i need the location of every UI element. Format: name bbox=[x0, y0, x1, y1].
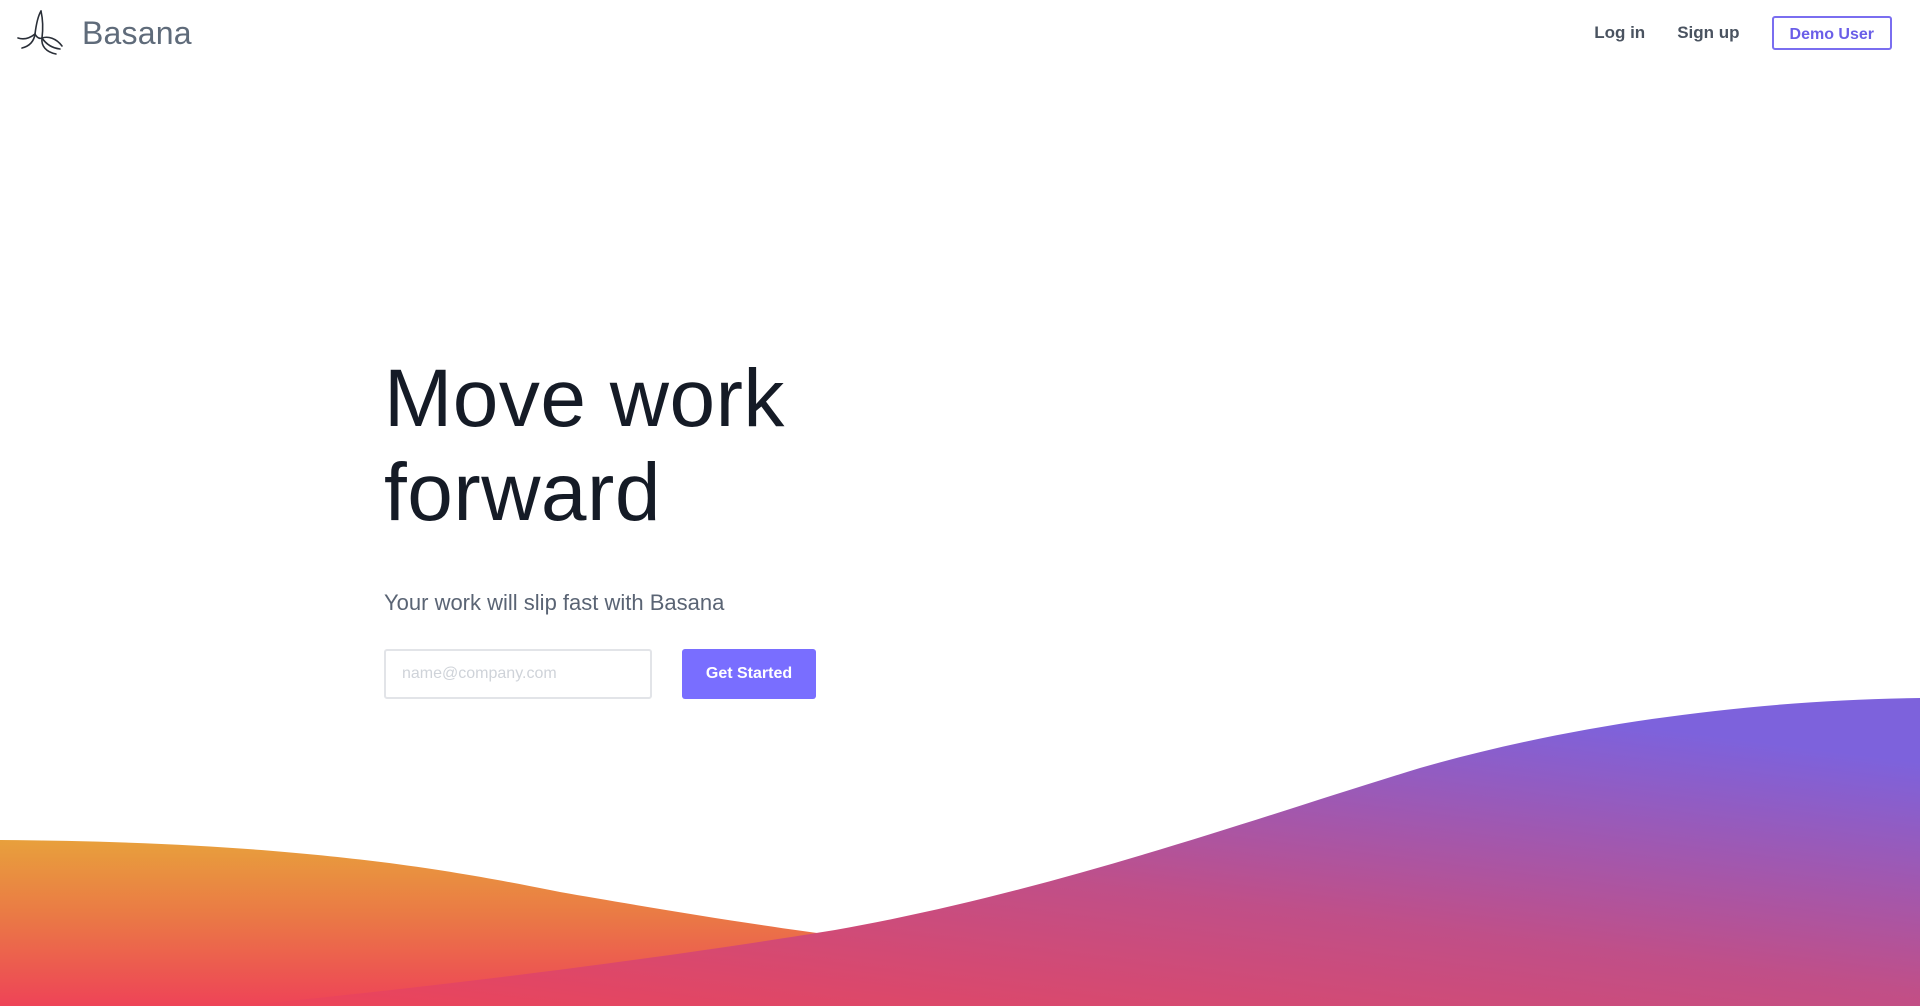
hero-title-line-1: Move work bbox=[384, 353, 785, 444]
signup-link[interactable]: Sign up bbox=[1677, 23, 1739, 43]
hero-section: Move work forward Your work will slip fa… bbox=[384, 352, 1084, 699]
header-nav: Log in Sign up Demo User bbox=[1594, 16, 1892, 50]
decorative-waves bbox=[0, 698, 1920, 1006]
banana-peel-icon bbox=[17, 10, 63, 55]
brand-name: Basana bbox=[82, 14, 192, 51]
login-link[interactable]: Log in bbox=[1594, 23, 1645, 43]
hero-title-line-2: forward bbox=[384, 447, 661, 538]
top-header: Basana Log in Sign up Demo User bbox=[0, 0, 1920, 70]
demo-user-button[interactable]: Demo User bbox=[1771, 16, 1892, 50]
hero-subtitle: Your work will slip fast with Basana bbox=[384, 590, 725, 615]
landing-page: Basana Log in Sign up Demo User Move wor… bbox=[0, 0, 1920, 1006]
brand-logo-link[interactable]: Basana bbox=[16, 8, 192, 58]
hero-title: Move work forward bbox=[384, 352, 1084, 540]
